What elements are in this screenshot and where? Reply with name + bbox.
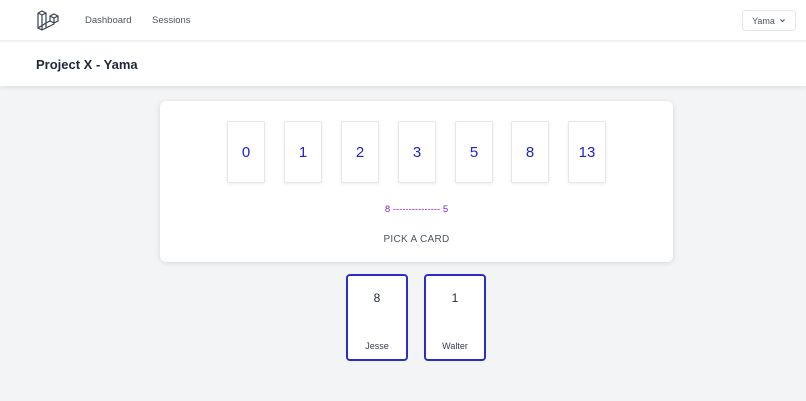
user-name: Yama: [752, 15, 775, 26]
card-deck-panel: 0 1 2 3 5 8 13 8 --------------- 5 PICK …: [160, 101, 673, 262]
card-3[interactable]: 3: [398, 121, 436, 183]
chevron-down-icon: [779, 19, 785, 23]
page-title: Project X - Yama: [36, 57, 138, 72]
voter-name: Jesse: [365, 341, 389, 351]
vote-card-jesse: 8 Jesse: [346, 274, 408, 361]
voter-name: Walter: [442, 341, 468, 351]
top-navigation: Dashboard Sessions Yama: [0, 0, 806, 41]
vote-card-walter: 1 Walter: [424, 274, 486, 361]
nav-link-sessions[interactable]: Sessions: [152, 15, 191, 26]
vote-range: 8 --------------- 5: [384, 204, 449, 215]
laravel-logo-icon[interactable]: [36, 9, 60, 33]
card-13[interactable]: 13: [568, 121, 606, 183]
card-0[interactable]: 0: [227, 121, 265, 183]
user-menu-button[interactable]: Yama: [742, 10, 796, 31]
nav-link-dashboard[interactable]: Dashboard: [85, 15, 131, 26]
card-1[interactable]: 1: [284, 121, 322, 183]
card-8[interactable]: 8: [511, 121, 549, 183]
page-header: Project X - Yama: [0, 42, 806, 86]
card-2[interactable]: 2: [341, 121, 379, 183]
vote-value: 1: [451, 291, 459, 305]
pick-card-prompt: PICK A CARD: [383, 234, 450, 245]
card-5[interactable]: 5: [455, 121, 493, 183]
vote-value: 8: [373, 291, 381, 305]
